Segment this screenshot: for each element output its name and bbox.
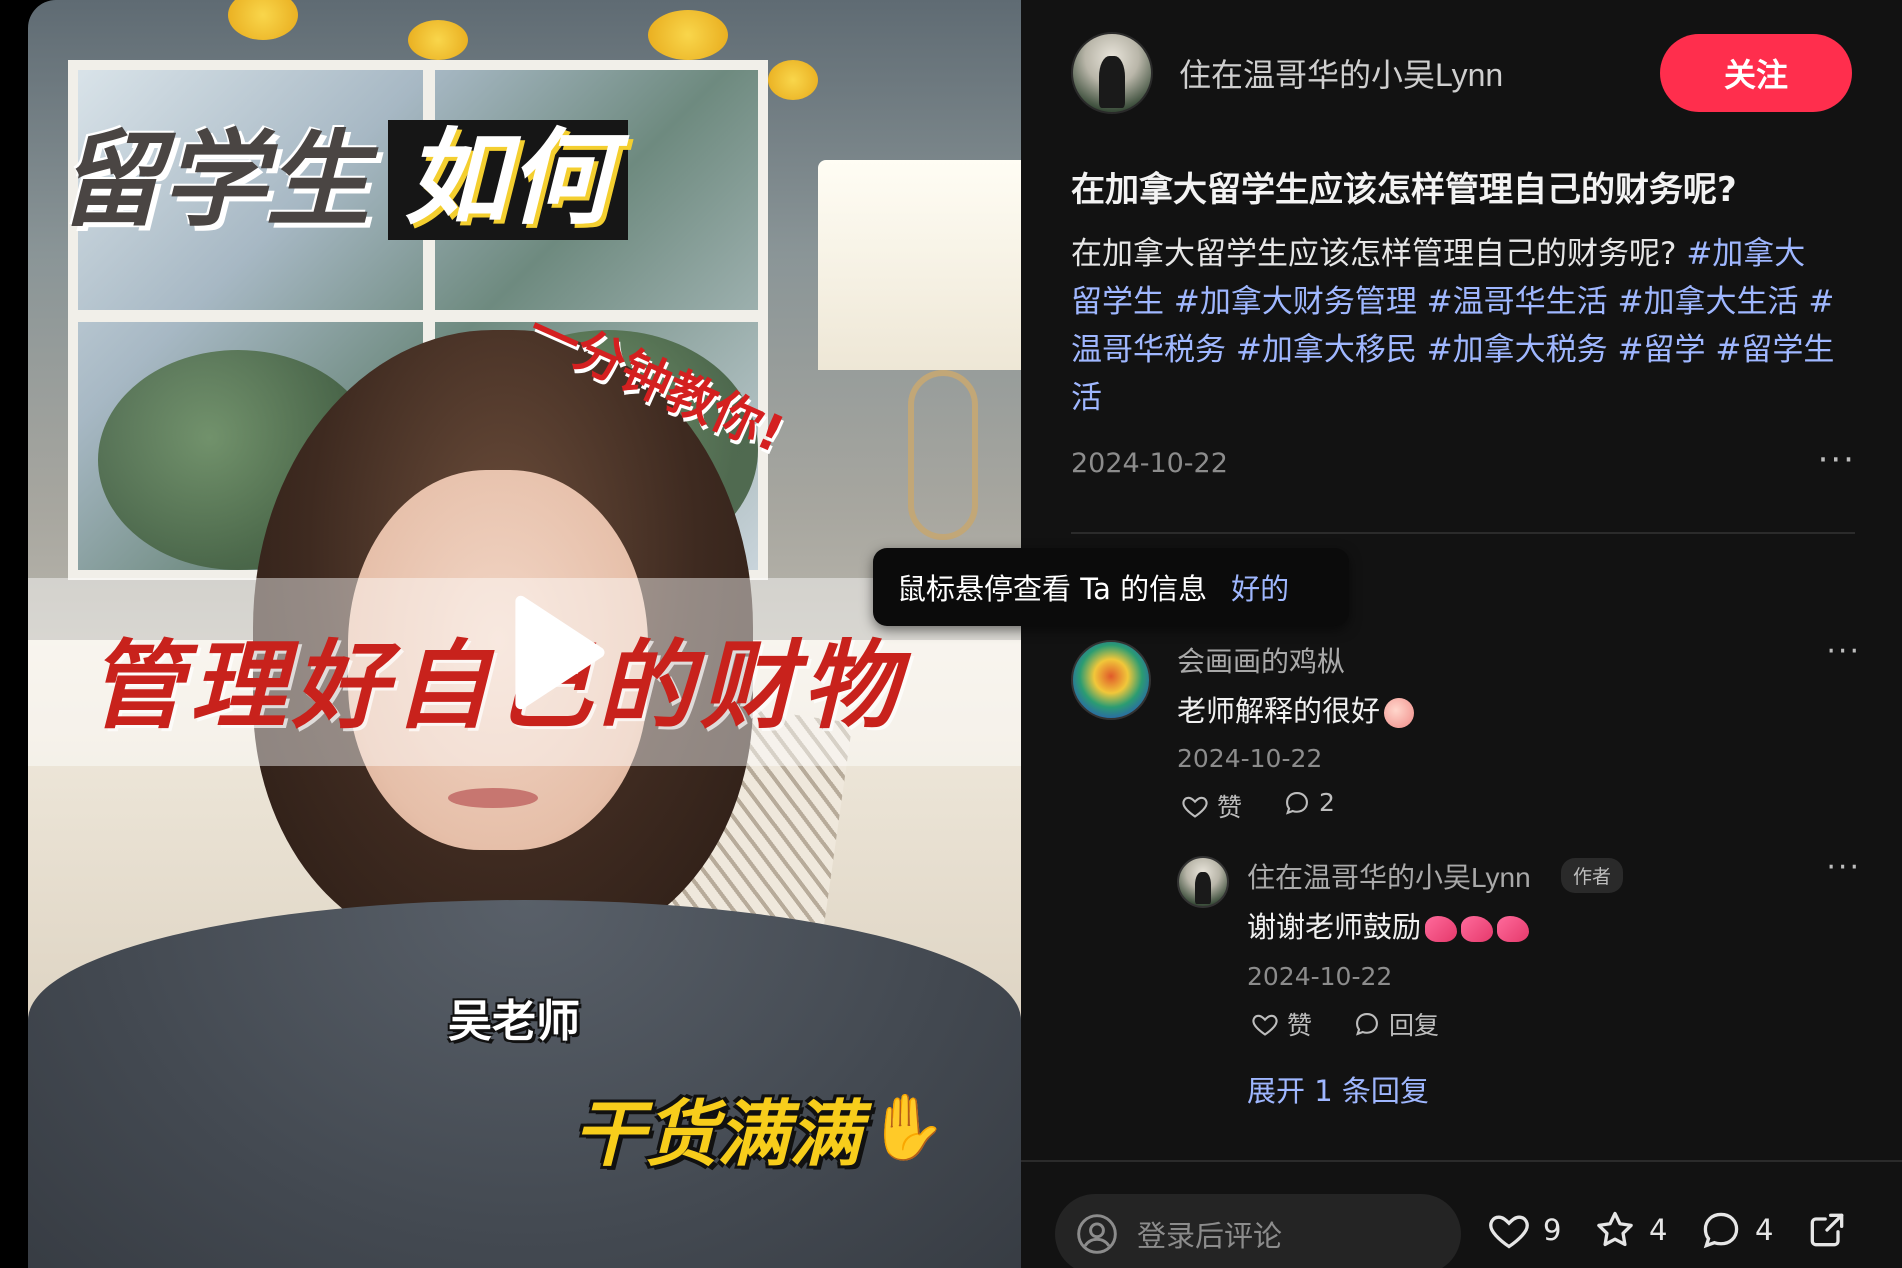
reply-author-name[interactable]: 住在温哥华的小吴Lynn: [1247, 856, 1531, 896]
comment-button[interactable]: 4: [1699, 1208, 1773, 1252]
reply-like-label: 赞: [1287, 1011, 1313, 1040]
app-root: 留学生 如何 一分钟教你! 管理好自己的财物 吴老师 干货满满 ✋ 住在温哥华的…: [0, 0, 1902, 1268]
reply-reply-label: 回复: [1389, 1011, 1440, 1040]
post-body-line: 活: [1071, 374, 1851, 422]
comment-text: 老师解释的很好: [1177, 688, 1415, 730]
heart-icon: [1489, 1215, 1529, 1249]
author-name[interactable]: 住在温哥华的小吴Lynn: [1179, 50, 1503, 96]
hashtag-link[interactable]: #: [1798, 284, 1834, 320]
flower-decoration: [228, 0, 298, 40]
comment-like-label: 赞: [1217, 793, 1243, 822]
heart-icon: [1252, 1014, 1278, 1036]
reply-author-avatar[interactable]: [1177, 856, 1229, 908]
reply-more-button[interactable]: ···: [1826, 850, 1861, 885]
caption-goods-text: 干货满满: [573, 1092, 862, 1176]
comment-reply-count: 2: [1319, 788, 1335, 817]
comment-input[interactable]: 登录后评论: [1055, 1194, 1461, 1268]
comment-count: 4: [1755, 1213, 1774, 1247]
like-button[interactable]: 9: [1487, 1208, 1561, 1252]
collect-button[interactable]: 4: [1593, 1208, 1667, 1252]
post-title: 在加拿大留学生应该怎样管理自己的财务呢?: [1071, 170, 1737, 210]
flexed-biceps-icon: [1425, 916, 1458, 942]
flexed-biceps-icon: [1497, 916, 1530, 942]
flower-decoration: [768, 60, 818, 100]
comment-bubble-icon: [1703, 1212, 1739, 1249]
caption-title-part1: 留学生: [58, 119, 371, 241]
play-button[interactable]: [483, 585, 618, 720]
user-avatar-icon: [1077, 1214, 1117, 1254]
tooltip-text: 鼠标悬停查看 Ta 的信息: [897, 572, 1208, 606]
expand-replies-link[interactable]: 展开 1 条回复: [1247, 1068, 1429, 1110]
author-avatar[interactable]: [1071, 32, 1153, 114]
hashtag-link[interactable]: #加拿大税务: [1417, 332, 1608, 368]
blush-emoji-icon: [1384, 698, 1415, 728]
raised-hand-icon: ✋: [867, 1091, 947, 1165]
post-body: 在加拿大留学生应该怎样管理自己的财务呢? #加拿大 留学生 #加拿大财务管理 #温…: [1071, 230, 1851, 422]
commenter-name[interactable]: 会画画的鸡枞: [1177, 640, 1345, 680]
share-icon: [1810, 1213, 1844, 1247]
video-caption-name: 吴老师: [448, 996, 580, 1047]
hashtag-link[interactable]: #温哥华生活: [1417, 284, 1608, 320]
hashtag-link[interactable]: #留学生: [1706, 332, 1834, 368]
post-body-line: 温哥华税务 #加拿大移民 #加拿大税务 #留学 #留学生: [1071, 326, 1851, 374]
presenter-lips: [448, 788, 538, 808]
comment-bubble-icon: [1286, 791, 1308, 815]
comment-input-placeholder: 登录后评论: [1137, 1219, 1283, 1253]
background-lamp-base: [908, 370, 978, 540]
follow-button[interactable]: 关注: [1660, 34, 1852, 112]
video-caption-title: 留学生 如何: [58, 119, 629, 241]
section-divider: [1071, 532, 1855, 534]
commenter-avatar[interactable]: [1071, 640, 1151, 720]
hover-hint-tooltip: 鼠标悬停查看 Ta 的信息 好的: [873, 548, 1349, 626]
reply-date: 2024-10-22: [1247, 962, 1393, 991]
reply-item: 住在温哥华的小吴Lynn 作者 ··· 谢谢老师鼓励 2024-10-22 赞 …: [1177, 850, 1861, 1056]
post-body-text: 在加拿大留学生应该怎样管理自己的财务呢?: [1071, 236, 1687, 272]
post-body-line: 在加拿大留学生应该怎样管理自己的财务呢? #加拿大: [1071, 230, 1851, 278]
comment-bubble-icon: [1356, 1013, 1378, 1036]
video-caption-goods: 干货满满 ✋: [573, 1075, 947, 1180]
comment-item: 会画画的鸡枞 ··· 老师解释的很好 2024-10-22 赞 2: [1071, 634, 1861, 840]
share-button[interactable]: [1805, 1208, 1849, 1252]
comment-date: 2024-10-22: [1177, 744, 1323, 773]
heart-icon: [1182, 796, 1208, 818]
post-more-button[interactable]: ···: [1818, 440, 1856, 480]
reply-like-button[interactable]: 赞: [1251, 1006, 1312, 1042]
author-badge: 作者: [1561, 858, 1624, 893]
comment-more-button[interactable]: ···: [1826, 634, 1861, 669]
play-icon: [515, 595, 605, 710]
comment-text-content: 老师解释的很好: [1177, 694, 1381, 728]
star-icon: [1597, 1211, 1633, 1247]
video-player[interactable]: 留学生 如何 一分钟教你! 管理好自己的财物 吴老师 干货满满 ✋: [28, 0, 1021, 1268]
post-detail-pane: 住在温哥华的小吴Lynn 关注 在加拿大留学生应该怎样管理自己的财务呢? 在加拿…: [1021, 0, 1902, 1268]
reply-text: 谢谢老师鼓励: [1247, 904, 1530, 946]
background-lamp: [818, 160, 1021, 370]
hashtag-link[interactable]: #留学: [1608, 332, 1706, 368]
reply-text-content: 谢谢老师鼓励: [1247, 910, 1422, 944]
like-count: 9: [1543, 1213, 1562, 1247]
post-date: 2024-10-22: [1071, 448, 1228, 479]
hashtag-link[interactable]: #加拿大移民: [1226, 332, 1417, 368]
flower-decoration: [408, 20, 468, 60]
post-body-line: 留学生 #加拿大财务管理 #温哥华生活 #加拿大生活 #: [1071, 278, 1851, 326]
author-header: 住在温哥华的小吴Lynn 关注: [1071, 30, 1852, 116]
hashtag-link[interactable]: #加拿大财务管理: [1164, 284, 1417, 320]
flexed-biceps-icon: [1461, 916, 1494, 942]
hashtag-link[interactable]: #加拿大生活: [1608, 284, 1799, 320]
caption-title-part2: 如何: [388, 120, 629, 240]
flower-decoration: [648, 10, 728, 60]
comment-reply-button[interactable]: 2: [1283, 788, 1335, 817]
comment-like-button[interactable]: 赞: [1181, 788, 1242, 824]
collect-count: 4: [1649, 1213, 1668, 1247]
hashtag-link[interactable]: 留学生: [1071, 284, 1164, 320]
reply-reply-button[interactable]: 回复: [1353, 1006, 1439, 1042]
tooltip-ok-button[interactable]: 好的: [1231, 566, 1289, 608]
hashtag-link[interactable]: 活: [1071, 380, 1102, 416]
hashtag-link[interactable]: #加拿大: [1686, 236, 1805, 272]
bottom-bar-divider: [1021, 1160, 1902, 1162]
hashtag-link[interactable]: 温哥华税务: [1071, 332, 1226, 368]
